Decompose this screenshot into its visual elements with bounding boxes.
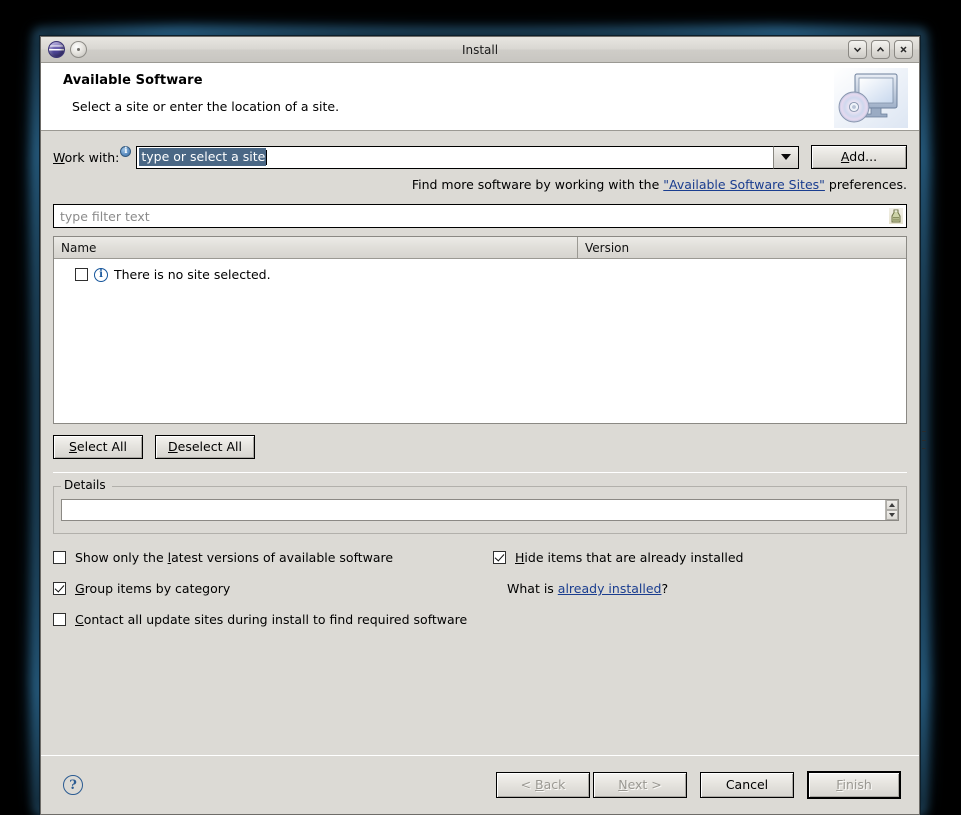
option-label: Hide items that are already installed [515,550,744,565]
divider [53,472,907,473]
work-with-combo[interactable]: type or select a site [136,145,799,169]
table-header: Name Version [54,237,906,259]
work-with-row: Work with: type or select a site Add... [41,131,919,169]
work-with-info-icon[interactable] [120,142,132,161]
add-button[interactable]: Add... [811,145,907,169]
maximize-icon[interactable] [871,40,890,59]
chevron-down-icon[interactable] [773,145,799,169]
back-button[interactable]: < Back [496,772,590,798]
install-monitor-disc-icon [833,67,909,129]
details-legend: Details [61,478,109,492]
wizard-navigation: < Back Next > Cancel Finish [496,771,901,799]
page-subtitle: Select a site or enter the location of a… [72,99,340,114]
info-icon: i [94,267,108,282]
window-title: Install [461,42,499,57]
minimize-icon[interactable] [848,40,867,59]
details-scrollbar[interactable] [885,500,898,520]
option-group-by-category[interactable]: Group items by category [53,581,493,596]
eclipse-globe-icon [48,41,65,58]
checkbox[interactable] [53,582,66,595]
select-all-button[interactable]: Select All [53,435,143,459]
option-hide-installed[interactable]: Hide items that are already installed [493,550,907,565]
checkbox[interactable] [53,551,66,564]
column-header-version[interactable]: Version [578,237,906,258]
already-installed-link[interactable]: already installed [558,581,662,596]
next-button[interactable]: Next > [593,772,687,798]
option-label: Contact all update sites during install … [75,612,468,627]
close-icon[interactable] [894,40,913,59]
table-row[interactable]: i There is no site selected. [54,264,906,282]
checkbox[interactable] [53,613,66,626]
work-with-value: type or select a site [139,148,267,166]
option-label: Group items by category [75,581,231,596]
row-checkbox[interactable] [75,268,88,281]
scroll-up-icon[interactable] [886,500,898,510]
help-icon[interactable]: ? [63,775,83,795]
filter-placeholder: type filter text [60,208,150,224]
window-menu-icon[interactable] [70,41,87,58]
option-label: Show only the latest versions of availab… [75,550,394,565]
options-section: Show only the latest versions of availab… [41,534,919,643]
finish-button[interactable]: Finish [807,771,901,799]
wizard-header: Available Software Select a site or ente… [41,63,919,131]
scroll-down-icon[interactable] [886,510,898,520]
filter-input[interactable]: type filter text [53,204,907,228]
details-text [62,500,885,520]
work-with-label: Work with: [53,149,120,165]
filter-icon[interactable] [889,208,903,224]
install-dialog: Install Available Software Select a site… [40,36,926,815]
checkbox[interactable] [493,551,506,564]
page-title: Available Software [63,73,203,88]
options-left-column: Show only the latest versions of availab… [53,550,493,643]
column-header-name[interactable]: Name [54,237,578,258]
titlebar[interactable]: Install [41,37,919,63]
row-label: There is no site selected. [114,267,271,282]
desktop: Install Available Software Select a site… [0,0,961,815]
option-contact-all-update-sites[interactable]: Contact all update sites during install … [53,612,493,627]
footer: ? < Back Next > Cancel Finish [41,756,919,814]
text-caret [266,149,268,165]
deselect-all-button[interactable]: Deselect All [155,435,255,459]
options-right-column: Hide items that are already installed Wh… [493,550,907,643]
option-show-latest-versions[interactable]: Show only the latest versions of availab… [53,550,493,565]
dialog-body: Work with: type or select a site Add... … [41,131,919,814]
resize-grip[interactable] [922,431,928,449]
selection-buttons: Select All Deselect All [41,424,919,459]
work-with-input[interactable]: type or select a site [136,145,773,169]
window-controls [848,40,915,59]
details-group: Details [53,478,907,534]
table-body: i There is no site selected. [54,259,906,423]
cancel-button[interactable]: Cancel [700,772,794,798]
find-more-text: Find more software by working with the "… [411,177,907,192]
already-installed-note: What is already installed? [507,581,669,596]
titlebar-icons [45,41,87,58]
software-table[interactable]: Name Version i There is no site selected… [53,236,907,424]
details-field[interactable] [61,499,899,521]
available-software-sites-link[interactable]: "Available Software Sites" [663,177,825,192]
